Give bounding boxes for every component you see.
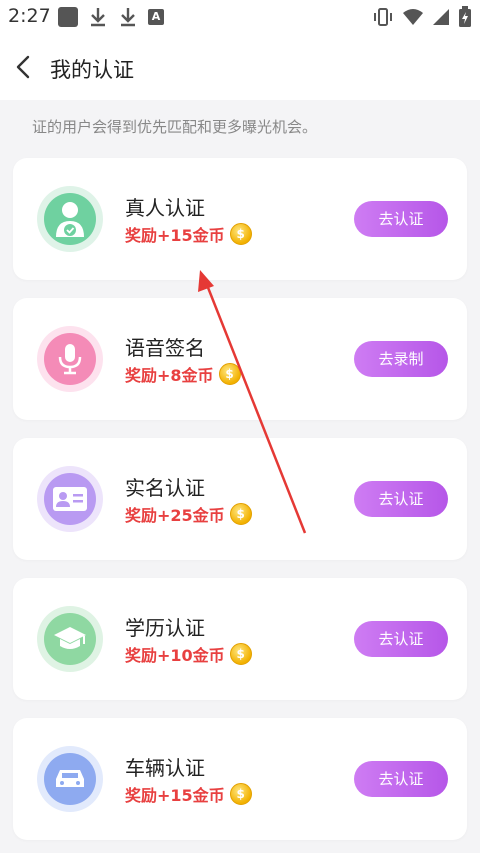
notification-square-icon [58,7,78,27]
reward-label: 奖励+15金币 [125,226,225,245]
battery-icon [459,6,471,27]
status-left-icons: A [58,6,164,28]
car-icon [44,753,96,805]
go-record-button[interactable]: 去录制 [354,341,448,377]
page-title: 我的认证 [50,58,134,82]
icon-wrap [37,746,103,812]
card-title: 学历认证 [125,616,205,640]
card-voice-signature: 语音签名 奖励+8金币 $ 去录制 [13,298,467,420]
download-icon [91,8,105,27]
graduation-cap-icon [44,613,96,665]
icon-wrap [37,326,103,392]
id-card-icon [44,473,96,525]
reward-text: 奖励+15金币 $ [125,222,252,246]
icon-wrap [37,466,103,532]
go-verify-button[interactable]: 去认证 [354,621,448,657]
reward-label: 奖励+8金币 [125,366,214,385]
wifi-icon [403,9,423,25]
card-title: 语音签名 [125,336,205,360]
card-education: 学历认证 奖励+10金币 $ 去认证 [13,578,467,700]
coin-icon: $ [229,783,252,805]
card-real-name: 实名认证 奖励+25金币 $ 去认证 [13,438,467,560]
reward-text: 奖励+25金币 $ [125,502,252,526]
coin-icon: $ [229,503,252,525]
reward-label: 奖励+25金币 [125,506,225,525]
icon-wrap [37,186,103,252]
coin-icon: $ [229,643,252,665]
reward-text: 奖励+8金币 $ [125,362,241,386]
coin-icon: $ [229,223,252,245]
card-title: 真人认证 [125,196,205,220]
person-verified-icon [44,193,96,245]
back-arrow-icon[interactable] [14,54,34,80]
card-title: 实名认证 [125,476,205,500]
status-time: 2:27 [8,5,51,27]
card-vehicle: 车辆认证 奖励+15金币 $ 去认证 [13,718,467,840]
card-real-person: 真人认证 奖励+15金币 $ 去认证 [13,158,467,280]
header: 我的认证 [0,34,480,100]
go-verify-button[interactable]: 去认证 [354,481,448,517]
signal-icon [433,9,449,25]
reward-text: 奖励+15金币 $ [125,782,252,806]
status-bar: 2:27 A [0,0,480,34]
reward-label: 奖励+15金币 [125,786,225,805]
go-verify-button[interactable]: 去认证 [354,201,448,237]
go-verify-button[interactable]: 去认证 [354,761,448,797]
microphone-icon [44,333,96,385]
vibrate-icon [374,8,392,26]
a-app-icon: A [148,9,164,25]
reward-text: 奖励+10金币 $ [125,642,252,666]
card-title: 车辆认证 [125,756,205,780]
icon-wrap [37,606,103,672]
coin-icon: $ [218,363,241,385]
hint-text: 证的用户会得到优先匹配和更多曝光机会。 [32,118,318,136]
status-right-icons [372,6,472,28]
reward-label: 奖励+10金币 [125,646,225,665]
download-icon [121,8,135,27]
